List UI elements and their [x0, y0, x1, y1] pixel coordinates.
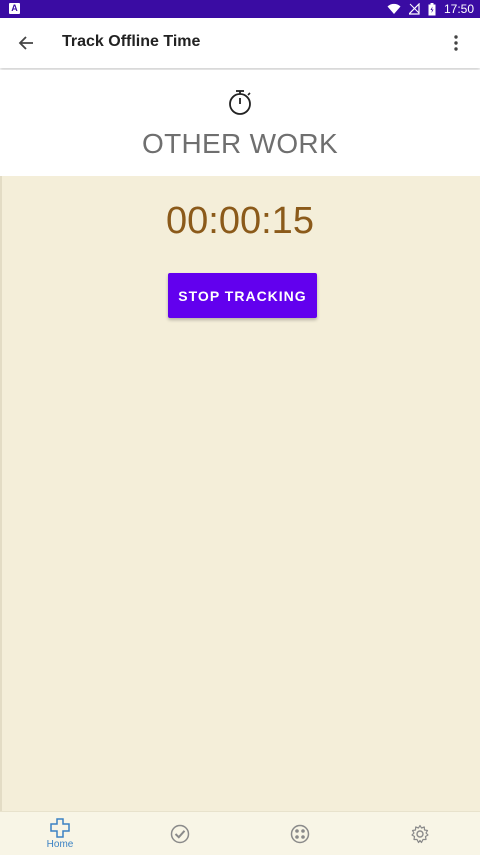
- nav-item-tasks[interactable]: [120, 812, 240, 855]
- tracking-panel: 00:00:15 STOP TRACKING: [0, 176, 480, 811]
- stop-tracking-button[interactable]: STOP TRACKING: [168, 273, 317, 318]
- back-button[interactable]: [14, 31, 38, 55]
- settings-gear-icon: [411, 824, 429, 843]
- overflow-menu-button[interactable]: [444, 31, 468, 55]
- nav-label-home: Home: [46, 838, 74, 850]
- status-time: 17:50: [443, 2, 474, 16]
- status-bar: A 17:50: [0, 0, 480, 18]
- elapsed-timer: 00:00:15: [166, 200, 314, 242]
- nav-item-settings[interactable]: [360, 812, 480, 855]
- notification-a-icon: A: [9, 3, 20, 14]
- stopwatch-icon: [229, 90, 251, 115]
- signal-icon: [408, 3, 420, 15]
- nav-item-apps[interactable]: [240, 812, 360, 855]
- more-vert-icon: [454, 35, 458, 51]
- wifi-icon: [387, 3, 401, 15]
- app-bar: Track Offline Time: [0, 18, 480, 68]
- page-title: Track Offline Time: [62, 33, 201, 50]
- nav-item-home[interactable]: Home: [0, 812, 120, 855]
- check-circle-icon: [170, 824, 190, 843]
- battery-icon: [428, 2, 436, 15]
- status-icons: 17:50: [387, 0, 474, 18]
- home-cross-icon: [50, 817, 70, 838]
- apps-circle-icon: [290, 824, 310, 843]
- activity-name: OTHER WORK: [142, 128, 338, 159]
- activity-header: OTHER WORK: [0, 70, 480, 176]
- arrow-left-icon: [18, 36, 33, 50]
- bottom-navigation: Home: [0, 811, 480, 855]
